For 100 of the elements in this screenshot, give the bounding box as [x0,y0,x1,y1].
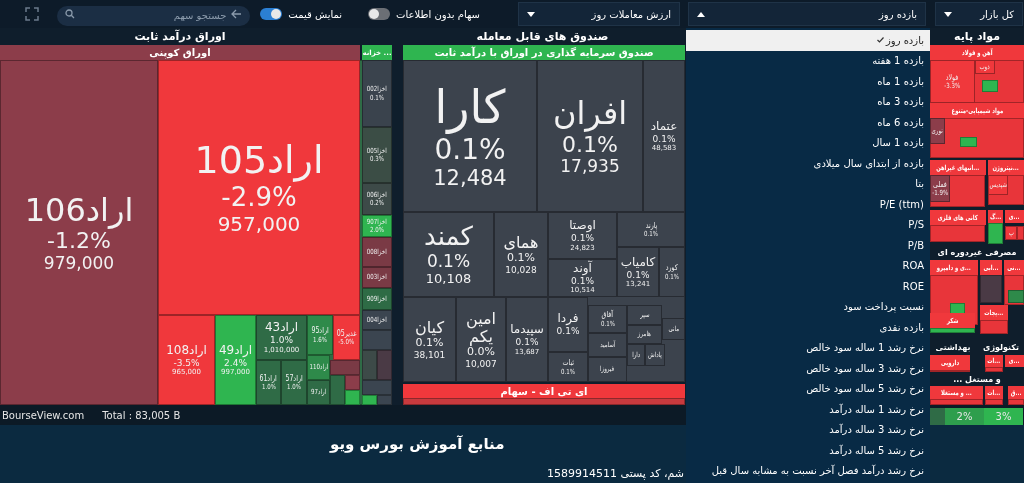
treemap-tile [330,360,360,375]
change-percent: -1.2% [47,228,111,254]
section-title: منابع آموزش بورس ویو [330,435,505,453]
change-percent: 0.1% [434,134,506,167]
dropdown[interactable]: ارزش معاملات روز [518,2,680,26]
menu-option[interactable]: نرخ رشد 5 ساله درآمد [686,440,930,461]
trade-value: 979,000 [43,253,115,274]
ticker-symbol: عتماد [650,119,678,134]
group-header: صندوق سرمایه گذاری در اوراق با درآمد ثابت [403,45,685,60]
change-percent: 0.1% [652,133,676,144]
ticker-symbol: اراد95 [311,326,329,336]
address-text: شم، کد پستی 1589914511 [547,467,684,480]
treemap-tile [985,367,1003,372]
menu-option[interactable]: بازده 3 ماه [686,91,930,112]
trade-value: 10,007 [465,359,497,370]
treemap-tile [362,380,392,395]
change-percent: 2.4% [224,357,247,368]
treemap-tile [362,330,392,350]
trade-value: 38,101 [413,349,446,361]
change-percent: 0.0% [467,346,495,360]
change-percent: 0.1% [571,275,594,287]
menu-option[interactable]: نرخ رشد 1 ساله سود خالص [686,337,930,358]
search-field[interactable]: جستجو سهم [57,5,251,26]
ticker-symbol: فولاد [946,72,959,83]
ticker-symbol: کارا [434,81,506,135]
ticker-symbol: اراد106 [24,191,134,229]
menu-option[interactable]: نرخ رشد 1 ساله درآمد [686,399,930,420]
change-percent: 1.0% [270,335,293,346]
menu-option[interactable]: بازده از ابتدای سال میلادی [686,153,930,174]
menu-option[interactable]: P/S [686,214,930,235]
fullscreen-icon[interactable] [25,7,40,21]
change-percent: 0.1% [556,326,580,337]
treemap-tile [930,225,985,242]
ticker-symbol: ثبات [562,358,574,368]
ticker-symbol: همای [503,233,539,253]
ticker-symbol: پارند [645,220,657,230]
treemap-tile [345,375,360,390]
ticker-symbol: غدیر05 [336,328,357,338]
ticker-symbol: کیان [414,318,445,338]
menu-option[interactable]: نرخ رشد 3 ساله سود خالص [686,358,930,379]
change-percent: 0.1% [426,252,471,272]
change-percent: 0.1% [515,337,539,348]
menu-option[interactable]: بازده نقدی [686,317,930,338]
ticker-symbol: آفاق [601,310,614,320]
menu-option[interactable]: بازده 1 هفته [686,50,930,71]
treemap-tile [985,399,1003,405]
menu-option[interactable]: نرخ رشد درآمد فصل آخر نسبت به مشابه سال قبل [686,460,930,481]
treemap-tile [980,275,1002,303]
menu-option[interactable]: بازده روز [686,30,930,51]
menu-option[interactable]: P/E (ttm) [686,194,930,215]
treemap-tile [1017,226,1024,240]
trade-value: 12,484 [433,166,507,191]
total-value: Total : 83,005 B [102,409,181,421]
change-percent: 0.1% [571,233,594,244]
menu-option[interactable]: P/B [686,235,930,256]
menu-option[interactable]: نرخ رشد 5 ساله سود خالص [686,378,930,399]
ticker-symbol: اراد57 [285,373,303,383]
treemap-tile [362,395,377,405]
caret-icon [697,11,705,17]
menu-option[interactable]: نسبت پرداخت سود [686,296,930,317]
treemap-tile [988,223,1003,244]
treemap-tile [930,328,975,333]
treemap-tile [980,320,1008,334]
treemap-tile [1008,399,1024,405]
ticker-symbol: افران [552,95,628,132]
change-percent: 0.1% [507,252,535,265]
arrow-icon [231,9,243,19]
dropdown[interactable]: بازده روز [688,2,926,26]
treemap-tile [930,399,983,405]
trade-value: 17,935 [560,157,620,177]
menu-option[interactable]: ROE [686,276,930,297]
ticker-symbol: اوصتا [569,219,596,234]
treemap-tile [377,395,392,405]
menu-option[interactable]: ROA [686,255,930,276]
menu-option[interactable]: بتا [686,173,930,194]
change-percent: -3.5% [173,357,200,368]
toggle-switch[interactable] [368,8,391,20]
ticker-symbol: کورد [666,263,678,273]
menu-option[interactable]: بازده 6 ماه [686,112,930,133]
ticker-symbol: اراد105 [194,139,324,183]
trade-value: 10,028 [505,264,537,276]
legend-swatch [930,408,945,425]
menu-option[interactable]: نرخ رشد 3 ساله درآمد [686,419,930,440]
ticker-symbol: آوند [573,261,592,276]
ticker-symbol: اراد108 [166,343,207,358]
trade-value: 10,108 [425,271,472,287]
menu-option[interactable]: بازده 1 ماه [686,71,930,92]
trade-value: 957,000 [217,212,301,236]
menu-option[interactable]: بازده 1 سال [686,132,930,153]
legend-swatch: 3% [984,408,1023,425]
check-icon [876,37,884,44]
search-icon [65,9,76,19]
ticker-symbol: فملی [933,179,947,190]
treemap-tile [960,137,977,147]
ticker-symbol: اراد61 [259,373,278,383]
caret-icon [944,11,952,17]
toggle-switch[interactable] [260,8,283,20]
dropdown[interactable]: کل بازار [935,2,1023,26]
legend-swatch: 2% [945,408,984,425]
ticker-symbol: اراد49 [218,343,253,358]
